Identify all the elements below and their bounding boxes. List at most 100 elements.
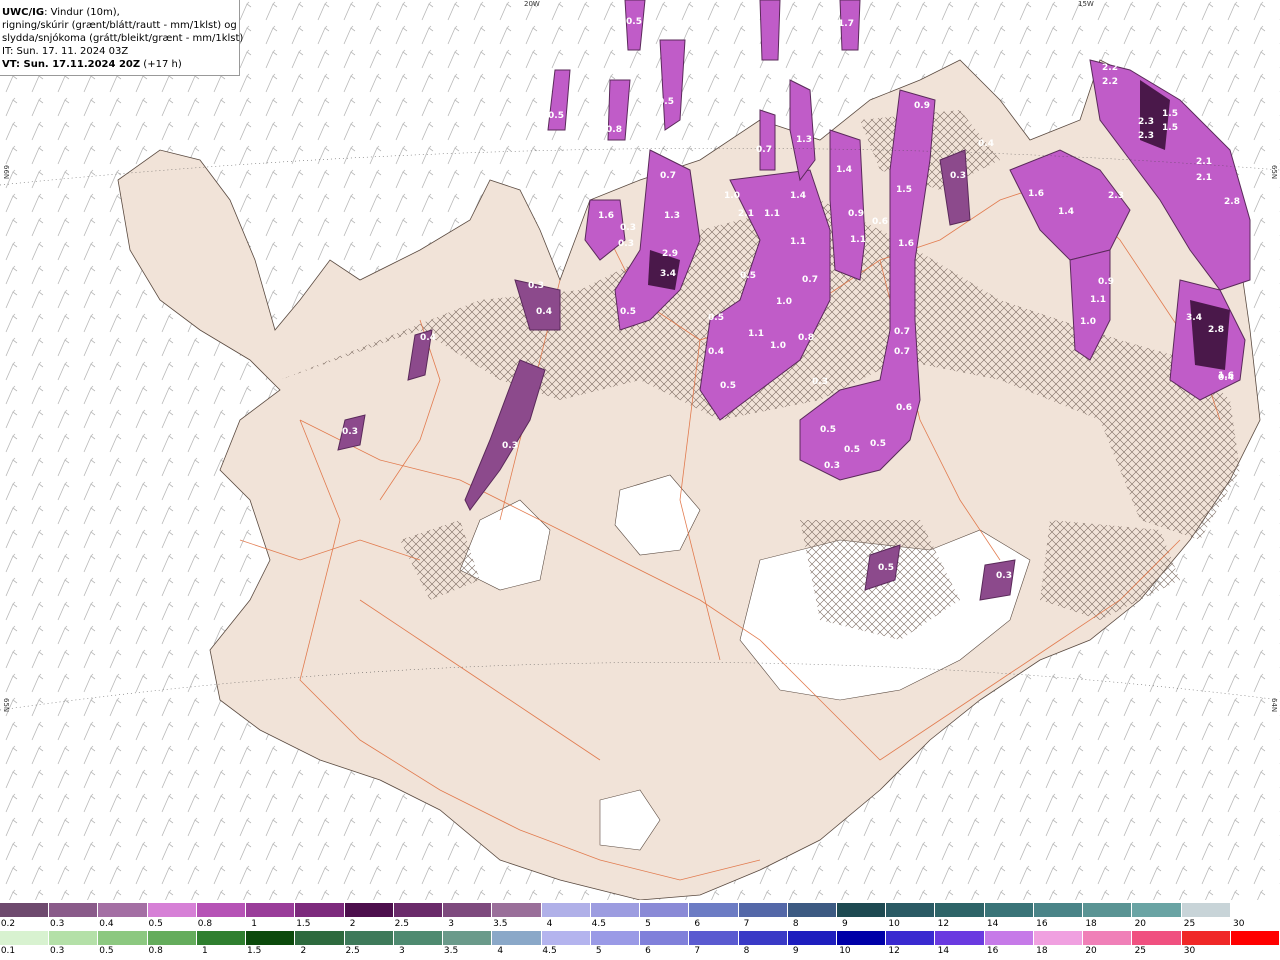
precip-label: 2.9	[662, 249, 678, 259]
precip-label: 0.3	[620, 223, 636, 233]
legend-swatch	[295, 931, 345, 945]
legend-swatch	[49, 903, 99, 917]
legend-label: 5	[645, 919, 651, 929]
legend-swatch	[738, 931, 788, 945]
precip-label: 0.7	[894, 327, 910, 337]
legend-swatch	[98, 903, 148, 917]
graticule-label-top-left: 20W	[524, 0, 540, 8]
legend-swatch	[640, 903, 690, 917]
precip-label: 1.4	[790, 191, 806, 201]
graticule-label-right-upper: 65N	[1270, 165, 1278, 180]
legend-label: 0.8	[197, 919, 213, 929]
legend-swatch	[1181, 903, 1231, 917]
precip-label: 0.5	[548, 111, 564, 121]
precip-label: 0.5	[626, 17, 642, 27]
precip-label: 1.1	[764, 209, 780, 219]
legend-label: 20	[1085, 946, 1097, 956]
legend-label: 3	[448, 919, 454, 929]
legend-label: 0.5	[148, 919, 163, 929]
precip-label: 0.9	[848, 209, 864, 219]
legend-swatch	[393, 903, 444, 917]
legend-label: 16	[986, 946, 999, 956]
legend-swatch	[836, 903, 887, 917]
legend-label: 20	[1134, 919, 1147, 929]
precip-label: 0.3	[618, 239, 634, 249]
legend-label: 7	[694, 946, 701, 956]
legend-swatch	[344, 931, 394, 945]
product-name: UWC/IG	[2, 7, 45, 18]
precip-label: 0.4	[536, 307, 552, 317]
legend-swatch	[0, 903, 50, 917]
legend-swatch	[196, 903, 247, 917]
precip-label: 1.7	[838, 19, 854, 29]
precip-label: 2.3	[1138, 131, 1154, 141]
precip-label: 1.1	[790, 237, 806, 247]
legend-label: 1.5	[296, 919, 311, 929]
legend-label: 0.8	[148, 946, 163, 956]
legend-label: 14	[937, 946, 950, 956]
precip-label: 0.5	[878, 563, 894, 573]
legend-label: 9	[842, 919, 848, 929]
legend-label: 0.2	[0, 919, 16, 929]
lead-time: (+17 h)	[140, 59, 182, 70]
graticule-label-top-right: 15W	[1078, 0, 1094, 8]
legend-label: 3.5	[443, 946, 459, 956]
legend-label: 8	[743, 946, 750, 956]
legend-swatch	[246, 903, 296, 917]
legend-swatch	[984, 931, 1034, 945]
precip-label: 0.5	[844, 445, 860, 455]
precip-label: 0.3	[824, 461, 840, 471]
legend-swatch	[935, 931, 985, 945]
snow-legend-labels: 0.2 0.3 0.4 0.5 0.8 1 1.5 2 2.5 3 3.5 4 4.5 5 6 7 8 9 10 12…	[0, 919, 1280, 931]
precip-label: 2.8	[1208, 325, 1224, 335]
legend-label: 4	[546, 919, 553, 929]
precip-label: 2.3	[1138, 117, 1154, 127]
title-line-3: slydda/snjókoma (grátt/bleikt/grænt - mm…	[2, 33, 244, 44]
graticule-label-right-lower: 64N	[1270, 698, 1278, 713]
legend-swatch	[1230, 903, 1280, 917]
precip-label: 2.1	[1196, 173, 1212, 183]
legend-label: 3.5	[493, 919, 508, 929]
legend-swatch	[886, 903, 936, 917]
legend-label: 6	[645, 946, 651, 956]
precip-label: 2.8	[1224, 197, 1240, 207]
precip-label: 1.4	[1058, 207, 1074, 217]
legend-swatch	[443, 903, 493, 917]
legend-label: 0.3	[50, 919, 65, 929]
precip-label: 0.5	[620, 307, 636, 317]
legend-swatch	[836, 931, 887, 945]
weather-map: 0.5 1.7 1.2 0.5 0.5 0.8 0.7 1.3 0.9 2.1 …	[0, 0, 1280, 900]
legend-swatch	[1083, 931, 1133, 945]
legend-label: 10	[888, 919, 900, 929]
legend-label: 0.1	[0, 946, 16, 956]
precip-label: 1.0	[724, 191, 740, 201]
legend-label: 30	[1183, 946, 1196, 956]
legend-swatch	[196, 931, 247, 945]
legend-swatch	[1033, 931, 1084, 945]
precip-label: 2.1	[1196, 157, 1212, 167]
legend-swatch	[1181, 931, 1231, 945]
precip-label: 0.7	[756, 145, 772, 155]
legend-swatch	[98, 931, 148, 945]
precip-label: 1.6	[1028, 189, 1044, 199]
precip-label: 0.3	[342, 427, 358, 437]
title-line-2: rigning/skúrir (grænt/blátt/rautt - mm/1…	[2, 20, 237, 31]
legend-label: 30	[1233, 919, 1245, 929]
precip-label: 0.5	[708, 313, 724, 323]
precip-label: 0.6	[872, 217, 888, 227]
legend-swatch	[689, 931, 739, 945]
legend-swatch	[984, 903, 1034, 917]
legend-swatch	[640, 931, 690, 945]
legend-label: 18	[1036, 946, 1048, 956]
precip-label: 0.3	[528, 281, 544, 291]
legend-swatch	[935, 903, 985, 917]
legend-label: 5	[595, 946, 602, 956]
legend-swatch	[295, 903, 345, 917]
legend-swatch	[787, 931, 837, 945]
precip-label: 2.2	[1102, 77, 1118, 87]
legend-swatch	[344, 903, 394, 917]
map-title-box: UWC/IG: Vindur (10m), rigning/skúrir (gr…	[0, 0, 244, 76]
precip-label: 1.3	[796, 135, 812, 145]
precip-label: 0.9	[914, 101, 930, 111]
rain-legend-bar	[0, 931, 1280, 945]
